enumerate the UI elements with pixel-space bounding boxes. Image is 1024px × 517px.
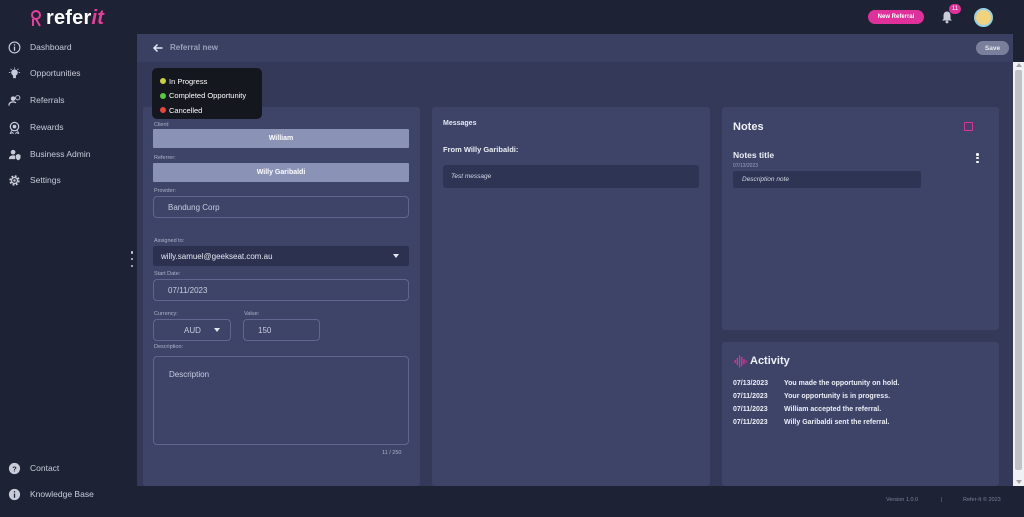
activity-wave-icon — [734, 355, 747, 368]
note-title: Notes title — [733, 150, 775, 160]
start-date-label: Start Date: — [154, 271, 181, 277]
activity-row: 07/11/2023 Your opportunity is in progres… — [733, 393, 891, 400]
client-field[interactable]: William — [153, 129, 409, 148]
save-button[interactable]: Save — [976, 41, 1009, 55]
info-circle-icon — [8, 488, 21, 500]
award-icon — [9, 121, 20, 134]
sidebar-item-business-admin[interactable]: Business Admin — [8, 146, 90, 162]
kebab-menu-icon[interactable] — [976, 153, 979, 163]
sidebar-item-contact[interactable]: ? Contact — [8, 460, 59, 476]
sidebar-item-label: Referrals — [30, 95, 65, 105]
value-label: Value: — [244, 311, 260, 317]
notification-badge: 11 — [949, 4, 961, 14]
sidebar-item-label: Dashboard — [30, 42, 72, 52]
avatar[interactable] — [974, 8, 993, 27]
sidebar-item-opportunities[interactable]: Opportunities — [8, 65, 81, 81]
char-count: 11 / 250 — [382, 450, 402, 456]
new-referral-button[interactable]: New Referral — [868, 10, 924, 24]
sidebar-item-label: Business Admin — [30, 149, 91, 159]
scroll-down-arrow-icon[interactable] — [1016, 480, 1022, 484]
person-refresh-icon — [8, 94, 21, 106]
notes-title: Notes — [733, 121, 764, 133]
green-dot-icon — [160, 92, 166, 99]
shield-person-icon — [8, 149, 21, 160]
note-description: Description note — [733, 171, 921, 188]
scroll-up-arrow-icon[interactable] — [1016, 63, 1022, 67]
yellow-dot-icon — [160, 78, 166, 85]
message-item: Test message — [443, 165, 699, 188]
messages-panel — [432, 107, 710, 486]
legend-item-cancelled: Cancelled — [160, 103, 254, 118]
note-date: 07/13/2023 — [733, 163, 759, 169]
assigned-to-select[interactable]: willy.samuel@geekseat.com.au — [153, 246, 409, 266]
assigned-to-label: Assigned to: — [154, 238, 185, 244]
sidebar-item-label: Contact — [30, 463, 60, 473]
description-label: Description: — [154, 344, 184, 350]
svg-text:?: ? — [12, 464, 17, 473]
sidebar-item-rewards[interactable]: Rewards — [8, 119, 64, 135]
notes-panel — [722, 107, 999, 330]
activity-title: Activity — [750, 355, 790, 367]
value-field[interactable]: 150 — [243, 319, 320, 341]
referrer-label: Referrer: — [154, 155, 176, 161]
gear-icon — [9, 174, 20, 186]
app-logo[interactable]: referit — [30, 7, 104, 30]
red-dot-icon — [160, 107, 166, 114]
sidebar-item-knowledge-base[interactable]: Knowledge Base — [8, 486, 94, 502]
sidebar-collapse-handle[interactable] — [130, 251, 134, 267]
start-date-field[interactable]: 07/11/2023 — [153, 279, 409, 301]
sidebar-item-dashboard[interactable]: Dashboard — [8, 39, 72, 55]
client-label: Client: — [154, 122, 170, 128]
chevron-down-icon[interactable] — [393, 254, 399, 258]
lightbulb-icon — [8, 66, 21, 78]
logo-icon — [31, 9, 41, 26]
activity-row: 07/11/2023 Willy Garibaldi sent the refer… — [733, 419, 890, 426]
page-title: Referral new — [170, 43, 219, 52]
messages-title: Messages — [443, 120, 477, 127]
back-arrow-icon[interactable] — [152, 42, 164, 54]
edit-note-icon[interactable] — [964, 122, 973, 131]
sidebar-item-label: Knowledge Base — [30, 489, 94, 499]
sidebar-item-label: Settings — [30, 175, 61, 185]
legend-item-completed: Completed Opportunity — [160, 89, 254, 104]
sidebar-item-settings[interactable]: Settings — [8, 172, 61, 188]
info-circle-icon — [8, 41, 21, 53]
sidebar-item-label: Rewards — [30, 122, 64, 132]
status-legend-tooltip: In Progress Completed Opportunity Cancel… — [152, 68, 262, 119]
sidebar-item-label: Opportunities — [30, 68, 81, 78]
scrollbar-thumb[interactable] — [1015, 70, 1022, 470]
description-textarea[interactable]: Description — [153, 356, 409, 445]
provider-label: Provider: — [154, 188, 177, 194]
page-header — [137, 34, 1013, 62]
activity-row: 07/11/2023 William accepted the referral. — [733, 406, 882, 413]
legend-item-in-progress: In Progress — [160, 74, 254, 89]
provider-field[interactable]: Bandung Corp — [153, 196, 409, 218]
message-sender: From Willy Garibaldi: — [443, 145, 519, 154]
chevron-down-icon[interactable] — [214, 328, 220, 332]
currency-label: Currency: — [154, 311, 178, 317]
activity-row: 07/13/2023 You made the opportunity on ho… — [733, 380, 900, 387]
question-circle-icon: ? — [8, 462, 21, 474]
copyright-text: Refer-It © 2023 — [963, 497, 1001, 503]
sidebar-item-referrals[interactable]: Referrals — [8, 92, 64, 108]
referrer-field[interactable]: Willy Garibaldi — [153, 163, 409, 182]
logo-text: referit — [46, 7, 105, 29]
footer-separator: | — [941, 497, 943, 503]
version-text: Version 1.0.0 — [886, 497, 919, 503]
